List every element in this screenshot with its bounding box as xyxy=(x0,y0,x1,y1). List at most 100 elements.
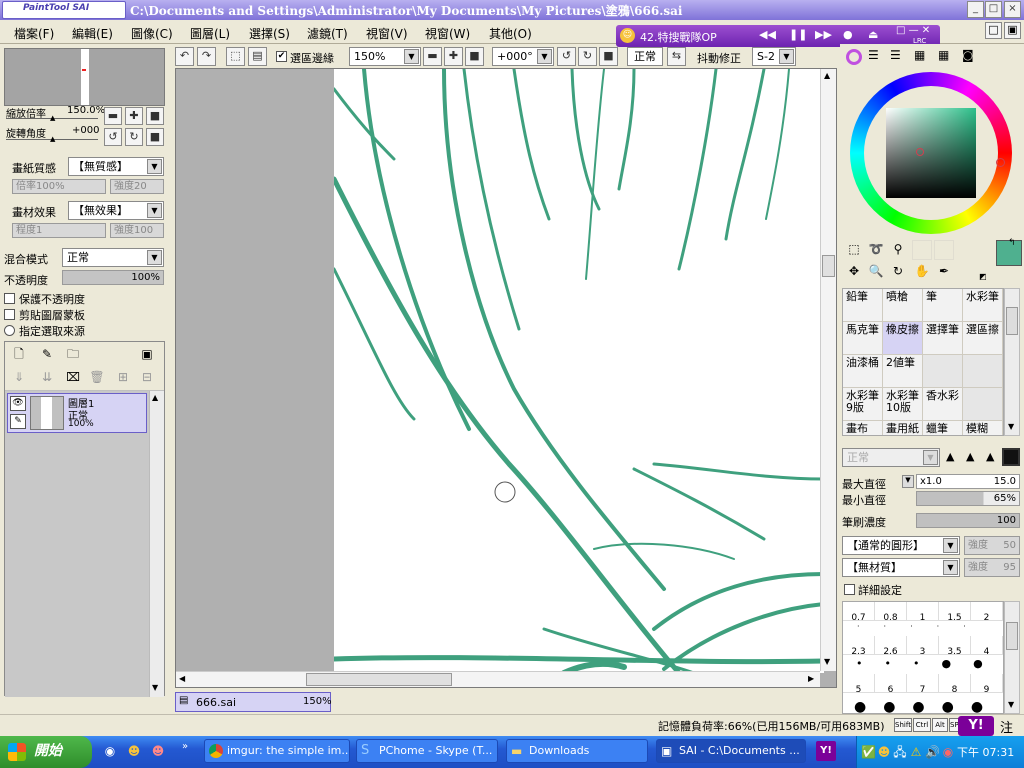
preset-size[interactable]: 2.3 xyxy=(843,636,875,657)
opacity-bar[interactable]: 100% xyxy=(62,270,164,285)
tool-empty-3[interactable] xyxy=(963,388,1003,421)
paper-strength2-bar[interactable]: 強度 100 xyxy=(110,223,164,238)
quick-launch-app-icon[interactable]: ☻ xyxy=(150,744,166,758)
nav-rotate-left-button[interactable]: ↺ xyxy=(104,128,122,146)
preset-size[interactable]: 6 xyxy=(875,674,907,695)
preserve-opacity-checkbox[interactable] xyxy=(4,293,15,304)
new-folder-icon[interactable]: 🗀 xyxy=(65,347,81,361)
tool-watercolor-9[interactable]: 水彩筆9版 xyxy=(843,388,883,421)
next-icon[interactable]: ▶▶ xyxy=(815,28,832,41)
delete-layer-icon[interactable]: 🗑 xyxy=(89,370,105,384)
title-bar[interactable]: PaintTool SAI C:\Documents and Settings\… xyxy=(0,0,1024,20)
zoom-tool-icon[interactable]: 🔍 xyxy=(868,264,884,278)
yahoo-taskbar-icon[interactable]: Y! xyxy=(816,741,836,761)
canvas-vscroll[interactable]: ▲ ▼ xyxy=(820,69,836,671)
paper-strength-bar[interactable]: 強度 20 xyxy=(110,179,164,194)
preset-size[interactable]: 2 xyxy=(971,602,1003,623)
detail-settings-checkbox[interactable] xyxy=(844,584,855,595)
view-mode-select[interactable]: 正常 xyxy=(627,47,663,66)
brush-shape-select[interactable]: 【通常的圓形】 ▼ xyxy=(842,536,960,555)
layer-visibility-icon[interactable]: 👁 xyxy=(10,396,26,411)
tray-face-icon[interactable]: ☻ xyxy=(877,745,891,759)
tool-drawing-paper[interactable]: 畫用紙 xyxy=(883,421,923,435)
document-tab[interactable]: ▤ 666.sai 150% xyxy=(175,692,332,712)
clear-layer-icon[interactable]: ⌧ xyxy=(65,370,81,384)
canvas-document[interactable] xyxy=(334,69,824,673)
menu-view[interactable]: 視窗(V) xyxy=(366,25,408,42)
brush-blend-select[interactable]: 正常 ▼ xyxy=(842,448,940,467)
navigator-preview[interactable] xyxy=(4,48,165,106)
tool-pencil[interactable]: 鉛筆 xyxy=(843,289,883,322)
redo-button[interactable]: ↷ xyxy=(197,47,216,66)
brush-shape-square-icon[interactable] xyxy=(1002,448,1020,466)
maximize-button[interactable]: □ xyxy=(985,1,1002,18)
zoom-select[interactable]: 150% ▼ xyxy=(349,47,421,66)
brush-shape-soft-icon[interactable]: ▲ xyxy=(946,450,954,463)
merge-down-icon[interactable]: ⇊ xyxy=(39,370,55,384)
brush-shape-hard-icon[interactable]: ▲ xyxy=(986,450,994,463)
nav-zoom-reset-button[interactable]: ■ xyxy=(146,107,164,125)
quick-launch-more-icon[interactable]: » xyxy=(180,740,190,754)
move-icon[interactable]: ✥ xyxy=(846,264,862,278)
blend-mode-select[interactable]: 正常 ▼ xyxy=(62,248,164,267)
brush-texture-strength-bar[interactable]: 強度 95 xyxy=(964,558,1020,577)
paper-texture-select[interactable]: 【無質感】 ▼ xyxy=(68,157,164,176)
eject-icon[interactable]: ⏏ xyxy=(868,28,878,41)
tray-warning-icon[interactable]: ⚠ xyxy=(909,745,923,759)
vscroll-thumb[interactable] xyxy=(822,255,835,277)
nav-rotate-right-button[interactable]: ↻ xyxy=(125,128,143,146)
player-window-icons[interactable]: □ — ✕ xyxy=(896,25,930,36)
transfer-down-icon[interactable]: ⇓ xyxy=(11,370,27,384)
tool-blur[interactable]: 模糊 xyxy=(963,421,1003,435)
task-imgur[interactable]: imgur: the simple im... xyxy=(204,739,350,763)
menu-window[interactable]: 視窗(W) xyxy=(425,25,470,42)
min-diameter-bar[interactable]: 65% xyxy=(916,491,1020,506)
hand-icon[interactable]: ✋ xyxy=(914,264,930,278)
start-button[interactable]: 開始 xyxy=(0,736,92,768)
tool-binary-pen[interactable]: 2値筆 xyxy=(883,355,923,388)
hsv-slider-tab[interactable]: ☰ xyxy=(890,48,901,62)
new-linework-layer-icon[interactable]: ✎ xyxy=(39,347,55,361)
color-mixer-tab[interactable]: ◙ xyxy=(962,48,974,62)
brush-density-bar[interactable]: 100 xyxy=(916,513,1020,528)
eyedropper-icon[interactable]: ✒ xyxy=(936,264,952,278)
canvas-area[interactable] xyxy=(175,68,837,688)
deselect-button[interactable]: ⬚ xyxy=(226,47,245,66)
zoom-reset-button[interactable]: ■ xyxy=(465,47,484,66)
merge-visible-icon[interactable]: ⊞ xyxy=(115,370,131,384)
pause-icon[interactable]: ❚❚ xyxy=(789,28,807,41)
tool-fragrant-watercolor[interactable]: 香水彩 xyxy=(923,388,963,421)
brush-shape-medium-icon[interactable]: ▲ xyxy=(966,450,974,463)
tool-brush[interactable]: 筆 xyxy=(923,289,963,322)
menu-file[interactable]: 檔案(F) xyxy=(14,25,54,42)
zoom-slider-handle[interactable]: ▲ xyxy=(50,114,55,122)
hue-cursor[interactable] xyxy=(996,158,1005,167)
rotation-select[interactable]: +000° ▼ xyxy=(492,47,554,66)
preset-size[interactable]: 9 xyxy=(971,674,1003,695)
task-downloads[interactable]: ▬ Downloads xyxy=(506,739,648,763)
menu-edit[interactable]: 編輯(E) xyxy=(72,25,113,42)
layer-row[interactable]: 👁 ✎ 圖層1 正常 100% xyxy=(7,393,147,433)
max-diameter-bar[interactable]: x1.0 15.0 xyxy=(916,474,1020,489)
tool-select-eraser[interactable]: 選區擦 xyxy=(963,322,1003,355)
task-sai[interactable]: ▣ SAI - C:\Documents ... xyxy=(656,739,806,763)
panel-restore-button[interactable]: □ xyxy=(985,22,1002,39)
color-sv-square[interactable] xyxy=(886,108,976,198)
invert-selection-button[interactable]: ▤ xyxy=(248,47,267,66)
selection-edge-checkbox[interactable]: ✔ xyxy=(276,51,287,62)
brush-texture-select[interactable]: 【無材質】 ▼ xyxy=(842,558,960,577)
lasso-icon[interactable]: ➰ xyxy=(868,242,884,256)
quick-launch-browser-icon[interactable]: ◉ xyxy=(102,744,118,758)
zoom-in-button[interactable]: ✚ xyxy=(444,47,463,66)
angle-slider-handle[interactable]: ▲ xyxy=(50,135,55,143)
layer-options-icon[interactable]: ▣ xyxy=(139,347,155,361)
rotate-reset-button[interactable]: ■ xyxy=(599,47,618,66)
rgb-slider-tab[interactable]: ☰ xyxy=(868,48,879,62)
preset-size[interactable]: 1.5 xyxy=(939,602,971,623)
color-wheel[interactable] xyxy=(850,72,1012,234)
layer-edit-icon[interactable]: ✎ xyxy=(10,414,26,429)
preset-size[interactable]: 8 xyxy=(939,674,971,695)
swatches-tab[interactable]: ▦ xyxy=(914,48,925,62)
preset-size[interactable]: 2.6 xyxy=(875,636,907,657)
selection-source-radio[interactable] xyxy=(4,325,15,336)
